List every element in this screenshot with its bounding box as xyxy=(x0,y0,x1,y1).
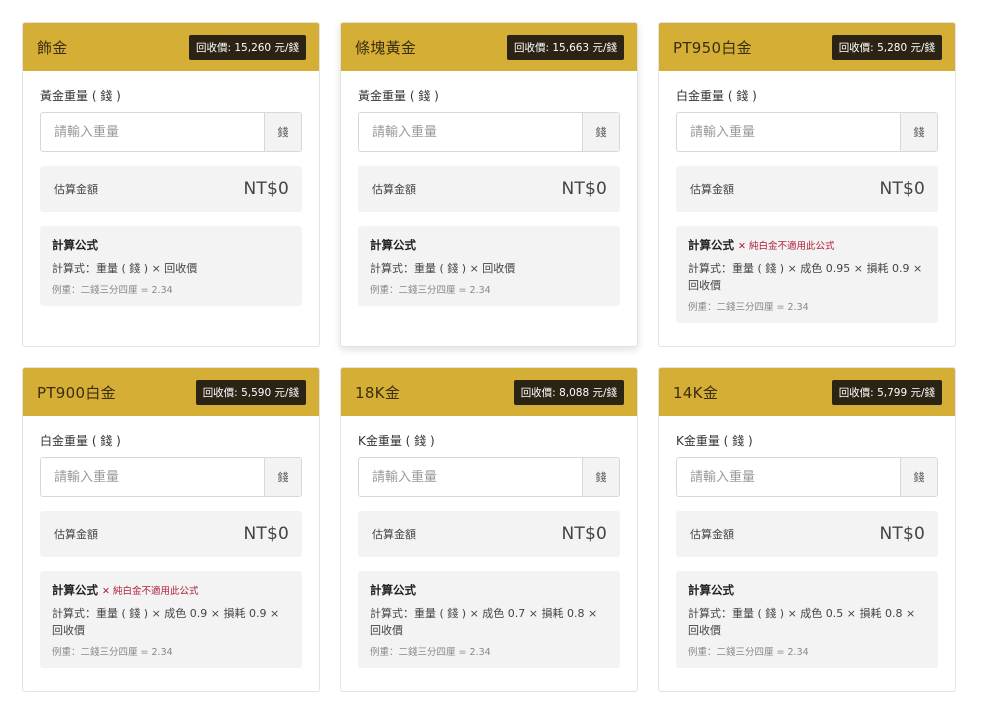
unit-addon: 錢 xyxy=(582,113,619,151)
price-badge: 回收價: 8,088 元/錢 xyxy=(513,379,624,405)
weight-input[interactable] xyxy=(677,458,900,496)
calculator-grid: 飾金 回收價: 15,260 元/錢 黃金重量 ( 錢 ) 錢 估算金額 NT$… xyxy=(22,22,956,692)
estimate-box: 估算金額 NT$0 xyxy=(358,511,620,557)
formula-title: 計算公式 xyxy=(52,238,98,252)
formula-text: 計算式：重量 ( 錢 ) × 回收價 xyxy=(52,262,198,275)
formula-example: 例重：二錢三分四厘 = 2.34 xyxy=(52,647,173,658)
card-title: 飾金 xyxy=(37,38,68,57)
formula-example: 例重：二錢三分四厘 = 2.34 xyxy=(52,285,173,296)
estimate-label: 估算金額 xyxy=(54,528,98,541)
formula-text: 計算式：重量 ( 錢 ) × 成色 0.95 × 損耗 0.9 × 回收價 xyxy=(688,262,923,292)
estimate-label: 估算金額 xyxy=(690,183,734,196)
estimate-box: 估算金額 NT$0 xyxy=(676,511,938,557)
unit-addon: 錢 xyxy=(264,458,301,496)
weight-input[interactable] xyxy=(677,113,900,151)
formula-box: 計算公式 ✕ 純白金不適用此公式 計算式：重量 ( 錢 ) × 成色 0.95 ×… xyxy=(676,226,938,323)
formula-warning: ✕ 純白金不適用此公式 xyxy=(738,241,835,252)
price-badge: 回收價: 5,799 元/錢 xyxy=(831,379,942,405)
weight-input[interactable] xyxy=(359,458,582,496)
card-header: 飾金 回收價: 15,260 元/錢 xyxy=(23,23,319,71)
card-header: PT950白金 回收價: 5,280 元/錢 xyxy=(659,23,955,71)
weight-label: 黃金重量 ( 錢 ) xyxy=(358,89,439,103)
formula-text: 計算式：重量 ( 錢 ) × 成色 0.7 × 損耗 0.8 × 回收價 xyxy=(370,607,598,637)
estimate-box: 估算金額 NT$0 xyxy=(358,166,620,212)
card-header: 條塊黃金 回收價: 15,663 元/錢 xyxy=(341,23,637,71)
unit-addon: 錢 xyxy=(264,113,301,151)
unit-addon: 錢 xyxy=(582,458,619,496)
estimate-box: 估算金額 NT$0 xyxy=(676,166,938,212)
card-18k: 18K金 回收價: 8,088 元/錢 K金重量 ( 錢 ) 錢 估算金額 NT… xyxy=(340,367,638,692)
estimate-value: NT$0 xyxy=(243,179,289,199)
formula-box: 計算公式 計算式：重量 ( 錢 ) × 成色 0.5 × 損耗 0.8 × 回收… xyxy=(676,571,938,668)
card-14k: 14K金 回收價: 5,799 元/錢 K金重量 ( 錢 ) 錢 估算金額 NT… xyxy=(658,367,956,692)
card-header: PT900白金 回收價: 5,590 元/錢 xyxy=(23,368,319,416)
card-title: 條塊黃金 xyxy=(355,38,417,57)
weight-label: K金重量 ( 錢 ) xyxy=(676,434,753,448)
formula-title: 計算公式 xyxy=(688,583,734,597)
estimate-box: 估算金額 NT$0 xyxy=(40,166,302,212)
estimate-value: NT$0 xyxy=(879,524,925,544)
estimate-label: 估算金額 xyxy=(372,528,416,541)
unit-addon: 錢 xyxy=(900,113,937,151)
estimate-value: NT$0 xyxy=(879,179,925,199)
price-badge: 回收價: 15,663 元/錢 xyxy=(507,34,624,60)
formula-box: 計算公式 計算式：重量 ( 錢 ) × 成色 0.7 × 損耗 0.8 × 回收… xyxy=(358,571,620,668)
formula-box: 計算公式 計算式：重量 ( 錢 ) × 回收價 例重：二錢三分四厘 = 2.34 xyxy=(40,226,302,306)
card-jewelry-gold: 飾金 回收價: 15,260 元/錢 黃金重量 ( 錢 ) 錢 估算金額 NT$… xyxy=(22,22,320,347)
weight-input-group: 錢 xyxy=(40,457,302,497)
formula-text: 計算式：重量 ( 錢 ) × 回收價 xyxy=(370,262,516,275)
estimate-value: NT$0 xyxy=(561,179,607,199)
formula-warning: ✕ 純白金不適用此公式 xyxy=(102,586,199,597)
weight-input-group: 錢 xyxy=(358,112,620,152)
weight-label: K金重量 ( 錢 ) xyxy=(358,434,435,448)
estimate-value: NT$0 xyxy=(561,524,607,544)
formula-text: 計算式：重量 ( 錢 ) × 成色 0.5 × 損耗 0.8 × 回收價 xyxy=(688,607,916,637)
estimate-label: 估算金額 xyxy=(690,528,734,541)
card-pt900: PT900白金 回收價: 5,590 元/錢 白金重量 ( 錢 ) 錢 估算金額… xyxy=(22,367,320,692)
formula-example: 例重：二錢三分四厘 = 2.34 xyxy=(688,647,809,658)
card-bar-gold: 條塊黃金 回收價: 15,663 元/錢 黃金重量 ( 錢 ) 錢 估算金額 N… xyxy=(340,22,638,347)
card-title: PT900白金 xyxy=(37,383,116,402)
weight-input-group: 錢 xyxy=(358,457,620,497)
formula-text: 計算式：重量 ( 錢 ) × 成色 0.9 × 損耗 0.9 × 回收價 xyxy=(52,607,280,637)
formula-example: 例重：二錢三分四厘 = 2.34 xyxy=(370,647,491,658)
weight-input[interactable] xyxy=(41,113,264,151)
formula-title: 計算公式 xyxy=(52,583,98,597)
card-title: 18K金 xyxy=(355,383,401,402)
weight-label: 白金重量 ( 錢 ) xyxy=(40,434,121,448)
formula-box: 計算公式 ✕ 純白金不適用此公式 計算式：重量 ( 錢 ) × 成色 0.9 × … xyxy=(40,571,302,668)
formula-box: 計算公式 計算式：重量 ( 錢 ) × 回收價 例重：二錢三分四厘 = 2.34 xyxy=(358,226,620,306)
unit-addon: 錢 xyxy=(900,458,937,496)
price-badge: 回收價: 5,590 元/錢 xyxy=(195,379,306,405)
weight-label: 黃金重量 ( 錢 ) xyxy=(40,89,121,103)
formula-example: 例重：二錢三分四厘 = 2.34 xyxy=(688,302,809,313)
formula-title: 計算公式 xyxy=(688,238,734,252)
weight-label: 白金重量 ( 錢 ) xyxy=(676,89,757,103)
estimate-label: 估算金額 xyxy=(372,183,416,196)
weight-input-group: 錢 xyxy=(40,112,302,152)
card-header: 18K金 回收價: 8,088 元/錢 xyxy=(341,368,637,416)
weight-input-group: 錢 xyxy=(676,112,938,152)
formula-title: 計算公式 xyxy=(370,238,416,252)
estimate-value: NT$0 xyxy=(243,524,289,544)
card-header: 14K金 回收價: 5,799 元/錢 xyxy=(659,368,955,416)
estimate-label: 估算金額 xyxy=(54,183,98,196)
card-pt950: PT950白金 回收價: 5,280 元/錢 白金重量 ( 錢 ) 錢 估算金額… xyxy=(658,22,956,347)
estimate-box: 估算金額 NT$0 xyxy=(40,511,302,557)
card-title: PT950白金 xyxy=(673,38,752,57)
weight-input[interactable] xyxy=(41,458,264,496)
price-badge: 回收價: 15,260 元/錢 xyxy=(189,34,306,60)
formula-title: 計算公式 xyxy=(370,583,416,597)
price-badge: 回收價: 5,280 元/錢 xyxy=(831,34,942,60)
card-title: 14K金 xyxy=(673,383,719,402)
formula-example: 例重：二錢三分四厘 = 2.34 xyxy=(370,285,491,296)
weight-input[interactable] xyxy=(359,113,582,151)
weight-input-group: 錢 xyxy=(676,457,938,497)
